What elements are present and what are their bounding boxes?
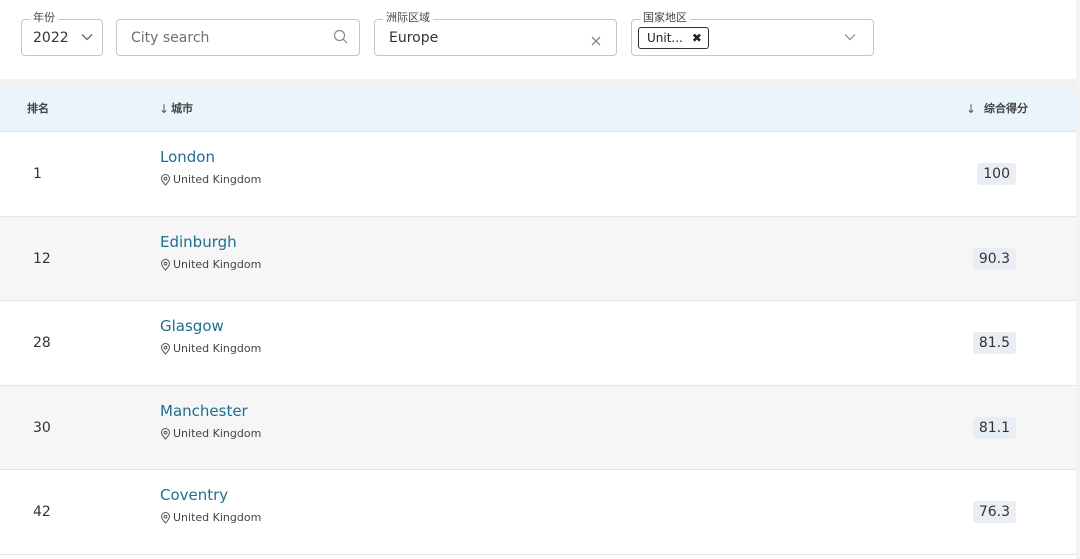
chevron-down-icon[interactable] xyxy=(80,29,94,48)
country-chip-label: Unit... xyxy=(647,31,683,45)
header-city-label: 城市 xyxy=(171,102,194,115)
header-score-label: 综合得分 xyxy=(984,102,1028,115)
year-select[interactable]: 年份 2022 xyxy=(21,11,103,56)
scrollbar-track[interactable] xyxy=(1076,0,1080,559)
city-country: United Kingdom xyxy=(160,427,261,441)
ranking-table: 排名 ↓ 城市 ↓ 综合得分 1 London United Kingdom 1… xyxy=(0,87,1076,555)
rank-cell: 12 xyxy=(33,250,51,267)
region-select[interactable]: 洲际区域 Europe xyxy=(374,11,617,56)
country-text: United Kingdom xyxy=(173,426,262,440)
score-badge: 81.5 xyxy=(972,332,1016,354)
score-badge: 100 xyxy=(977,163,1016,185)
close-icon[interactable] xyxy=(590,32,602,51)
country-text: United Kingdom xyxy=(173,342,262,355)
location-pin-icon xyxy=(160,174,171,186)
region-label: 洲际区域 xyxy=(383,11,433,25)
table-row[interactable]: 28 Glasgow United Kingdom 81.5 xyxy=(0,301,1076,386)
year-label: 年份 xyxy=(30,11,58,25)
country-text: United Kingdom xyxy=(173,173,262,186)
sort-arrow-icon: ↓ xyxy=(159,102,170,116)
city-search-input[interactable]: City search xyxy=(116,19,360,56)
score-badge: 81.1 xyxy=(972,416,1016,439)
header-city[interactable]: ↓ 城市 xyxy=(159,102,193,116)
section-divider xyxy=(0,79,1076,87)
city-country: United Kingdom xyxy=(160,173,261,187)
header-score[interactable]: ↓ 综合得分 xyxy=(966,102,1028,116)
city-search-placeholder: City search xyxy=(131,30,210,46)
country-text: United Kingdom xyxy=(173,257,262,271)
location-pin-icon xyxy=(160,258,171,271)
filter-bar: 年份 2022 City search 洲际区域 Europe 国家地区 Uni… xyxy=(0,0,1080,79)
chevron-down-icon[interactable] xyxy=(843,29,857,48)
location-pin-icon xyxy=(160,512,171,524)
country-chip[interactable]: Unit... ✖ xyxy=(638,27,709,49)
city-link[interactable]: Coventry xyxy=(160,486,228,504)
year-value: 2022 xyxy=(33,30,69,46)
score-badge: 90.3 xyxy=(972,247,1016,270)
region-value: Europe xyxy=(389,30,439,46)
search-icon[interactable] xyxy=(332,28,350,50)
city-country: United Kingdom xyxy=(160,342,261,356)
city-link[interactable]: Edinburgh xyxy=(160,233,237,251)
chip-remove-icon[interactable]: ✖ xyxy=(692,32,702,44)
rank-cell: 30 xyxy=(33,419,51,436)
rank-cell: 1 xyxy=(33,166,42,182)
table-row[interactable]: 1 London United Kingdom 100 xyxy=(0,132,1076,217)
rank-cell: 28 xyxy=(33,335,51,351)
city-link[interactable]: Glasgow xyxy=(160,317,224,335)
location-pin-icon xyxy=(160,427,171,440)
table-row[interactable]: 12 Edinburgh United Kingdom 90.3 xyxy=(0,216,1076,301)
score-badge: 76.3 xyxy=(972,501,1016,523)
city-country: United Kingdom xyxy=(160,258,261,272)
table-header: 排名 ↓ 城市 ↓ 综合得分 xyxy=(0,87,1076,132)
country-select[interactable]: 国家地区 Unit... ✖ xyxy=(631,11,874,56)
city-link[interactable]: Manchester xyxy=(160,402,248,420)
sort-arrow-icon: ↓ xyxy=(965,102,976,116)
city-country: United Kingdom xyxy=(160,511,261,525)
country-label: 国家地区 xyxy=(640,11,690,25)
city-link[interactable]: London xyxy=(160,148,215,166)
header-rank[interactable]: 排名 xyxy=(27,102,49,116)
rank-cell: 42 xyxy=(33,504,51,520)
table-row[interactable]: 42 Coventry United Kingdom 76.3 xyxy=(0,470,1076,555)
location-pin-icon xyxy=(160,343,171,355)
table-row[interactable]: 30 Manchester United Kingdom 81.1 xyxy=(0,385,1076,470)
country-text: United Kingdom xyxy=(173,511,262,524)
